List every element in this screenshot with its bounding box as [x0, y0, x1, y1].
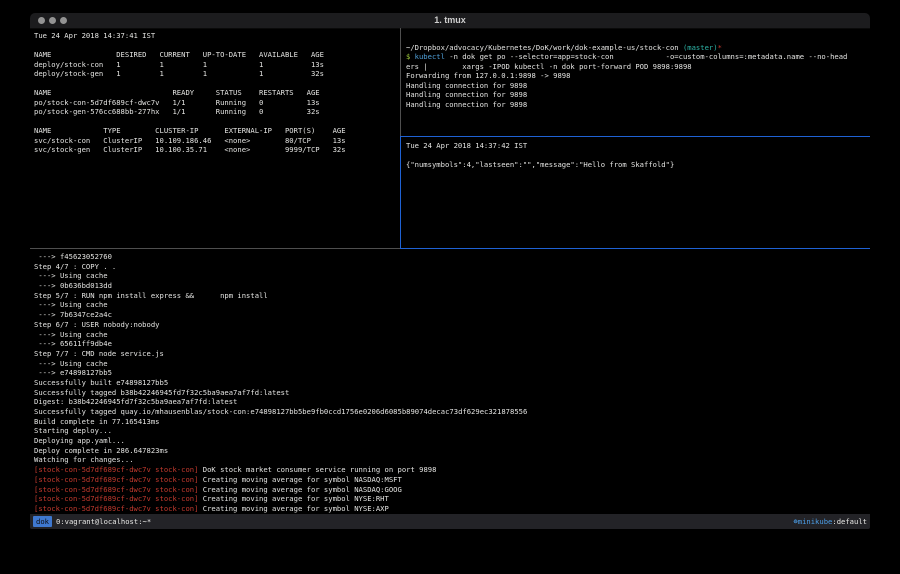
terminal-line: Step 6/7 : USER nobody:nobody — [34, 320, 870, 330]
terminal-line: svc/stock-con ClusterIP 10.109.186.46 <n… — [34, 136, 403, 146]
terminal-segment: Creating moving average for symbol NASDA… — [198, 485, 401, 494]
terminal-line: Deploying app.yaml... — [34, 436, 870, 446]
terminal-line — [34, 79, 403, 89]
terminal-line: Tue 24 Apr 2018 14:37:42 IST — [406, 141, 870, 151]
terminal-line: Step 7/7 : CMD node service.js — [34, 349, 870, 359]
terminal-line: deploy/stock-con 1 1 1 1 13s — [34, 60, 403, 70]
terminal-segment: ~/Dropbox/advocacy/Kubernetes/DoK/work/d… — [406, 43, 683, 52]
terminal-line: Successfully built e74898127bb5 — [34, 378, 870, 388]
terminal-line — [406, 33, 870, 43]
terminal-line: NAME TYPE CLUSTER-IP EXTERNAL-IP PORT(S)… — [34, 126, 403, 136]
terminal-line: {"numsymbols":4,"lastseen":"","message":… — [406, 160, 870, 170]
pane-divider-vertical[interactable] — [400, 28, 401, 136]
terminal-line: po/stock-con-5d7df689cf-dwc7v 1/1 Runnin… — [34, 98, 403, 108]
terminal-line: [stock-con-5d7df689cf-dwc7v stock-con] C… — [34, 504, 870, 514]
terminal-segment: Creating moving average for symbol NYSE:… — [198, 504, 388, 513]
pane-divider-active-bottom[interactable] — [400, 248, 870, 249]
terminal-segment: [stock-con-5d7df689cf-dwc7v stock-con] — [34, 465, 198, 474]
terminal-segment: * — [718, 43, 722, 52]
terminal-segment: -n dok get po --selector=app=stock-con -… — [445, 52, 847, 61]
terminal-line: ---> f45623052760 — [34, 252, 870, 262]
pane-skaffold-build-log[interactable]: ---> f45623052760Step 4/7 : COPY . . ---… — [30, 249, 870, 517]
terminal-line — [406, 151, 870, 161]
terminal-window: 1. tmux Tue 24 Apr 2018 14:37:41 IST NAM… — [30, 13, 870, 529]
terminal-line: Successfully tagged quay.io/mhausenblas/… — [34, 407, 870, 417]
kube-context-label: minikube — [798, 517, 833, 526]
terminal-line: Starting deploy... — [34, 426, 870, 436]
terminal-line: ---> e74898127bb5 — [34, 368, 870, 378]
terminal-line: Build complete in 77.165413ms — [34, 417, 870, 427]
terminal-line: Step 5/7 : RUN npm install express && np… — [34, 291, 870, 301]
terminal-line: ---> 7b6347ce2a4c — [34, 310, 870, 320]
window-titlebar[interactable]: 1. tmux — [30, 13, 870, 29]
terminal-line: svc/stock-gen ClusterIP 10.100.35.71 <no… — [34, 145, 403, 155]
terminal-line: ---> Using cache — [34, 271, 870, 281]
terminal-line — [34, 41, 403, 51]
terminal-line: po/stock-gen-576cc688bb-277hx 1/1 Runnin… — [34, 107, 403, 117]
terminal-line: Digest: b38b42246945fd7f32c5ba9aea7af7fd… — [34, 397, 870, 407]
pane-divider-vertical-active[interactable] — [400, 136, 401, 248]
terminal-segment: DoK stock market consumer service runnin… — [198, 465, 436, 474]
terminal-line: [stock-con-5d7df689cf-dwc7v stock-con] C… — [34, 485, 870, 495]
terminal-line: Tue 24 Apr 2018 14:37:41 IST — [34, 31, 403, 41]
pane-port-forward[interactable]: ~/Dropbox/advocacy/Kubernetes/DoK/work/d… — [401, 28, 870, 141]
terminal-line — [34, 117, 403, 127]
terminal-line: [stock-con-5d7df689cf-dwc7v stock-con] D… — [34, 465, 870, 475]
terminal-line: Watching for changes... — [34, 455, 870, 465]
terminal-segment: Creating moving average for symbol NASDA… — [198, 475, 401, 484]
terminal-line: [stock-con-5d7df689cf-dwc7v stock-con] C… — [34, 494, 870, 504]
terminal-segment: [stock-con-5d7df689cf-dwc7v stock-con] — [34, 494, 198, 503]
tmux-session-name[interactable]: dok — [33, 516, 52, 527]
terminal-line: ers | xargs -IPOD kubectl -n dok port-fo… — [406, 62, 870, 72]
terminal-line: Forwarding from 127.0.0.1:9898 -> 9898 — [406, 71, 870, 81]
window-title: 1. tmux — [30, 15, 870, 25]
terminal-segment: Creating moving average for symbol NYSE:… — [198, 494, 388, 503]
terminal-segment: [stock-con-5d7df689cf-dwc7v stock-con] — [34, 475, 198, 484]
pane-service-response-active[interactable]: Tue 24 Apr 2018 14:37:42 IST {"numsymbol… — [401, 137, 870, 252]
pane-divider-horizontal[interactable] — [30, 248, 400, 249]
terminal-line: Step 4/7 : COPY . . — [34, 262, 870, 272]
terminal-segment: (master) — [683, 43, 718, 52]
terminal-line: Handling connection for 9898 — [406, 81, 870, 91]
terminal-line: Handling connection for 9898 — [406, 100, 870, 110]
tmux-statusbar: dok 0:vagrant@localhost:~* ☸ minikube :d… — [30, 514, 870, 529]
terminal-line: ---> 0b636bd013dd — [34, 281, 870, 291]
terminal-line: $ kubectl -n dok get po --selector=app=s… — [406, 52, 870, 62]
pane-divider-active-top[interactable] — [400, 136, 870, 137]
tmux-window-label[interactable]: 0:vagrant@localhost:~* — [56, 517, 151, 526]
kube-namespace-label: :default — [832, 517, 867, 526]
terminal-line: NAME READY STATUS RESTARTS AGE — [34, 88, 403, 98]
terminal-segment: [stock-con-5d7df689cf-dwc7v stock-con] — [34, 504, 198, 513]
terminal-line: Deploy complete in 286.647823ms — [34, 446, 870, 456]
terminal-segment: [stock-con-5d7df689cf-dwc7v stock-con] — [34, 485, 198, 494]
screenshot-background: 1. tmux Tue 24 Apr 2018 14:37:41 IST NAM… — [0, 0, 900, 574]
terminal-line: ---> 65611ff9db4e — [34, 339, 870, 349]
terminal-segment: $ — [406, 52, 415, 61]
terminal-line: deploy/stock-gen 1 1 1 1 32s — [34, 69, 403, 79]
terminal-line: ---> Using cache — [34, 300, 870, 310]
terminal-line: [stock-con-5d7df689cf-dwc7v stock-con] C… — [34, 475, 870, 485]
terminal-line: Handling connection for 9898 — [406, 90, 870, 100]
terminal-line: ~/Dropbox/advocacy/Kubernetes/DoK/work/d… — [406, 43, 870, 53]
terminal-line: Successfully tagged b38b42246945fd7f32c5… — [34, 388, 870, 398]
terminal-line: ---> Using cache — [34, 330, 870, 340]
terminal-segment: kubectl — [415, 52, 445, 61]
pane-kubectl-resources[interactable]: Tue 24 Apr 2018 14:37:41 IST NAME DESIRE… — [30, 28, 403, 251]
terminal-line: ---> Using cache — [34, 359, 870, 369]
terminal-line: NAME DESIRED CURRENT UP-TO-DATE AVAILABL… — [34, 50, 403, 60]
